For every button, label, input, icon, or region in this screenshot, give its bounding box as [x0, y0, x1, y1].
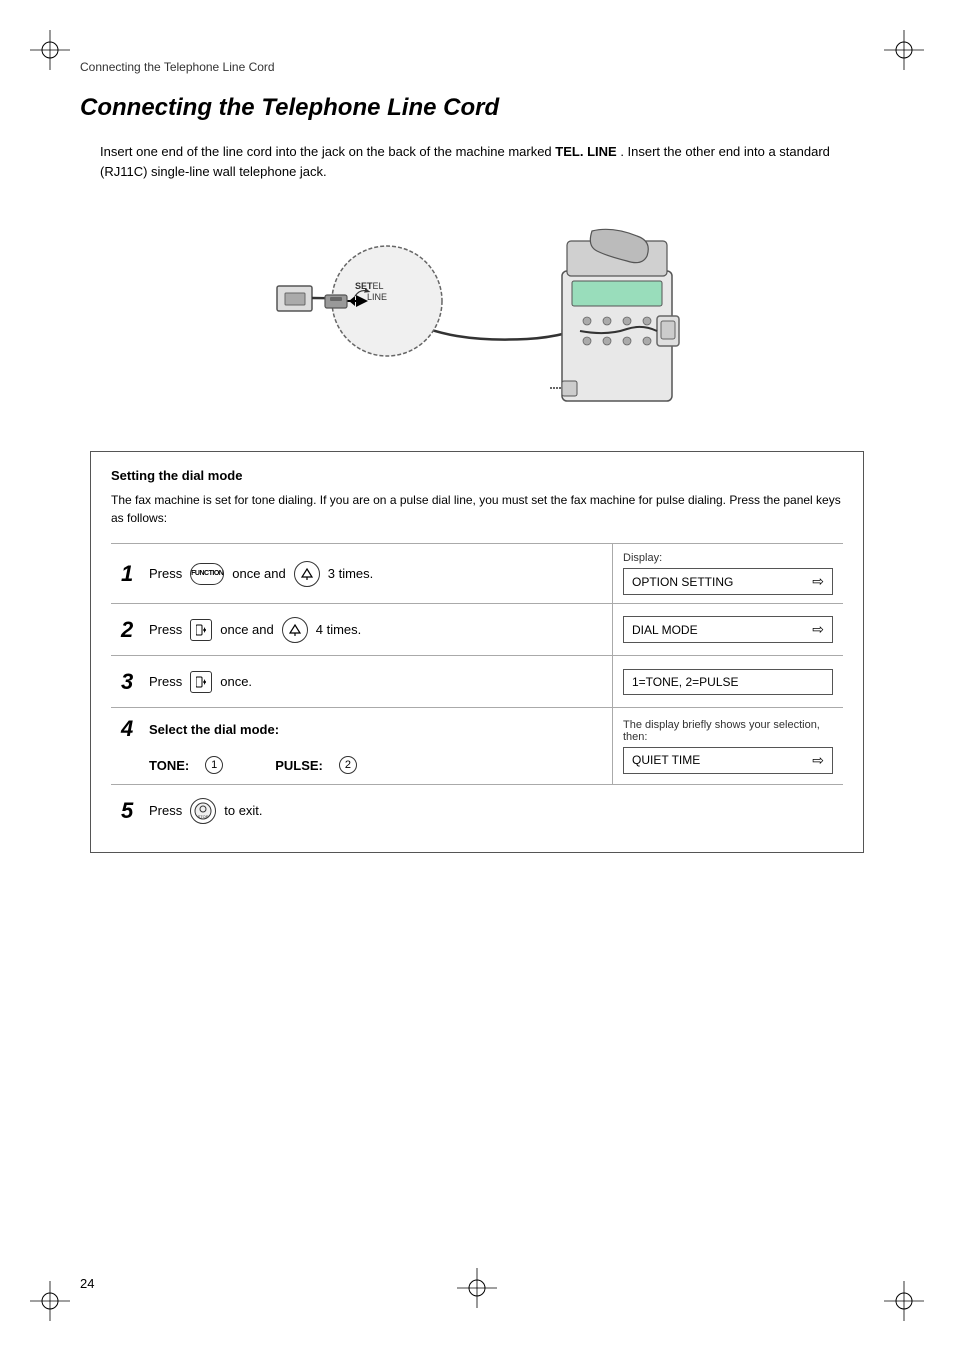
- step-2-left: 2 Press once and: [111, 604, 613, 655]
- step-3-left: 3 Press once.: [111, 656, 613, 707]
- corner-mark-tl: [30, 30, 70, 70]
- step-4-left: 4 Select the dial mode: TONE: 1 PULSE: 2: [111, 708, 613, 784]
- svg-text:STOP: STOP: [198, 814, 209, 819]
- step-3-press: Press: [149, 674, 182, 689]
- step-4-number: 4: [121, 718, 143, 740]
- step-3-number: 3: [121, 671, 143, 693]
- function-button-icon: FUNCTION: [190, 563, 224, 585]
- steps-container: 1 Press FUNCTION once and 3 times.: [111, 543, 843, 836]
- step-4-header: 4 Select the dial mode:: [121, 718, 279, 740]
- display-arrow-4: ⇨: [812, 752, 824, 769]
- corner-mark-br: [884, 1281, 924, 1321]
- step-4-row: 4 Select the dial mode: TONE: 1 PULSE: 2…: [111, 707, 843, 784]
- step-4-right: The display briefly shows your selection…: [613, 708, 843, 784]
- svg-text:TEL: TEL: [367, 281, 384, 291]
- tone-pulse-row: TONE: 1 PULSE: 2: [121, 756, 357, 774]
- step-3-post: once.: [220, 674, 252, 689]
- step-5-press: Press: [149, 803, 182, 818]
- page-number: 24: [80, 1276, 94, 1291]
- corner-mark-bl: [30, 1281, 70, 1321]
- step-5-right: [613, 785, 843, 836]
- page-title: Connecting the Telephone Line Cord: [80, 94, 874, 122]
- step-4-heading: Select the dial mode:: [149, 722, 279, 737]
- display-arrow-1: ⇨: [812, 573, 824, 590]
- tone-number-circle: 1: [205, 756, 223, 774]
- pulse-number-circle: 2: [339, 756, 357, 774]
- step-3-right: 1=TONE, 2=PULSE: [613, 656, 843, 707]
- pulse-label: PULSE:: [275, 758, 323, 773]
- intro-text: Insert one end of the line cord into the…: [100, 142, 874, 181]
- step-1-row: 1 Press FUNCTION once and 3 times.: [111, 543, 843, 603]
- step-3-row: 3 Press once. 1=TONE, 2=PULSE: [111, 655, 843, 707]
- step-2-row: 2 Press once and: [111, 603, 843, 655]
- up-arrow-button-1-icon: [294, 561, 320, 587]
- step-5-number: 5: [121, 800, 143, 822]
- instructions-box: Setting the dial mode The fax machine is…: [90, 451, 864, 853]
- breadcrumb: Connecting the Telephone Line Cord: [80, 60, 874, 74]
- svg-text:LINE: LINE: [367, 292, 387, 302]
- display-box-1: OPTION SETTING ⇨: [623, 568, 833, 595]
- forward-button-3-icon: [190, 671, 212, 693]
- display-label-1: Display:: [623, 552, 833, 564]
- diagram-area: SET TEL LINE: [80, 201, 874, 421]
- corner-mark-tr: [884, 30, 924, 70]
- step-2-press: Press: [149, 622, 182, 637]
- step-2-number: 2: [121, 619, 143, 641]
- step-5-post: to exit.: [224, 803, 262, 818]
- step-1-left: 1 Press FUNCTION once and 3 times.: [111, 544, 613, 603]
- step-5-row: 5 Press STOP to exit.: [111, 784, 843, 836]
- box-description: The fax machine is set for tone dialing.…: [111, 491, 843, 527]
- box-title: Setting the dial mode: [111, 468, 843, 483]
- display-box-3: 1=TONE, 2=PULSE: [623, 669, 833, 695]
- step-2-right: DIAL MODE ⇨: [613, 604, 843, 655]
- tone-label: TONE:: [149, 758, 189, 773]
- step-1-right: Display: OPTION SETTING ⇨: [613, 544, 843, 603]
- display-arrow-2: ⇨: [812, 621, 824, 638]
- up-arrow-button-2-icon: [282, 617, 308, 643]
- display-box-2: DIAL MODE ⇨: [623, 616, 833, 643]
- display-desc-4: The display briefly shows your selection…: [623, 719, 833, 743]
- step-2-post: 4 times.: [316, 622, 362, 637]
- step-5-left: 5 Press STOP to exit.: [111, 785, 613, 836]
- stop-button-icon: STOP: [190, 798, 216, 824]
- step-2-mid: once and: [220, 622, 274, 637]
- center-cross-bottom: [457, 1268, 497, 1311]
- step-1-press: Press: [149, 566, 182, 581]
- step-1-post: 3 times.: [328, 566, 374, 581]
- step-1-number: 1: [121, 563, 143, 585]
- forward-button-2-icon: [190, 619, 212, 641]
- step-1-mid: once and: [232, 566, 286, 581]
- display-box-4: QUIET TIME ⇨: [623, 747, 833, 774]
